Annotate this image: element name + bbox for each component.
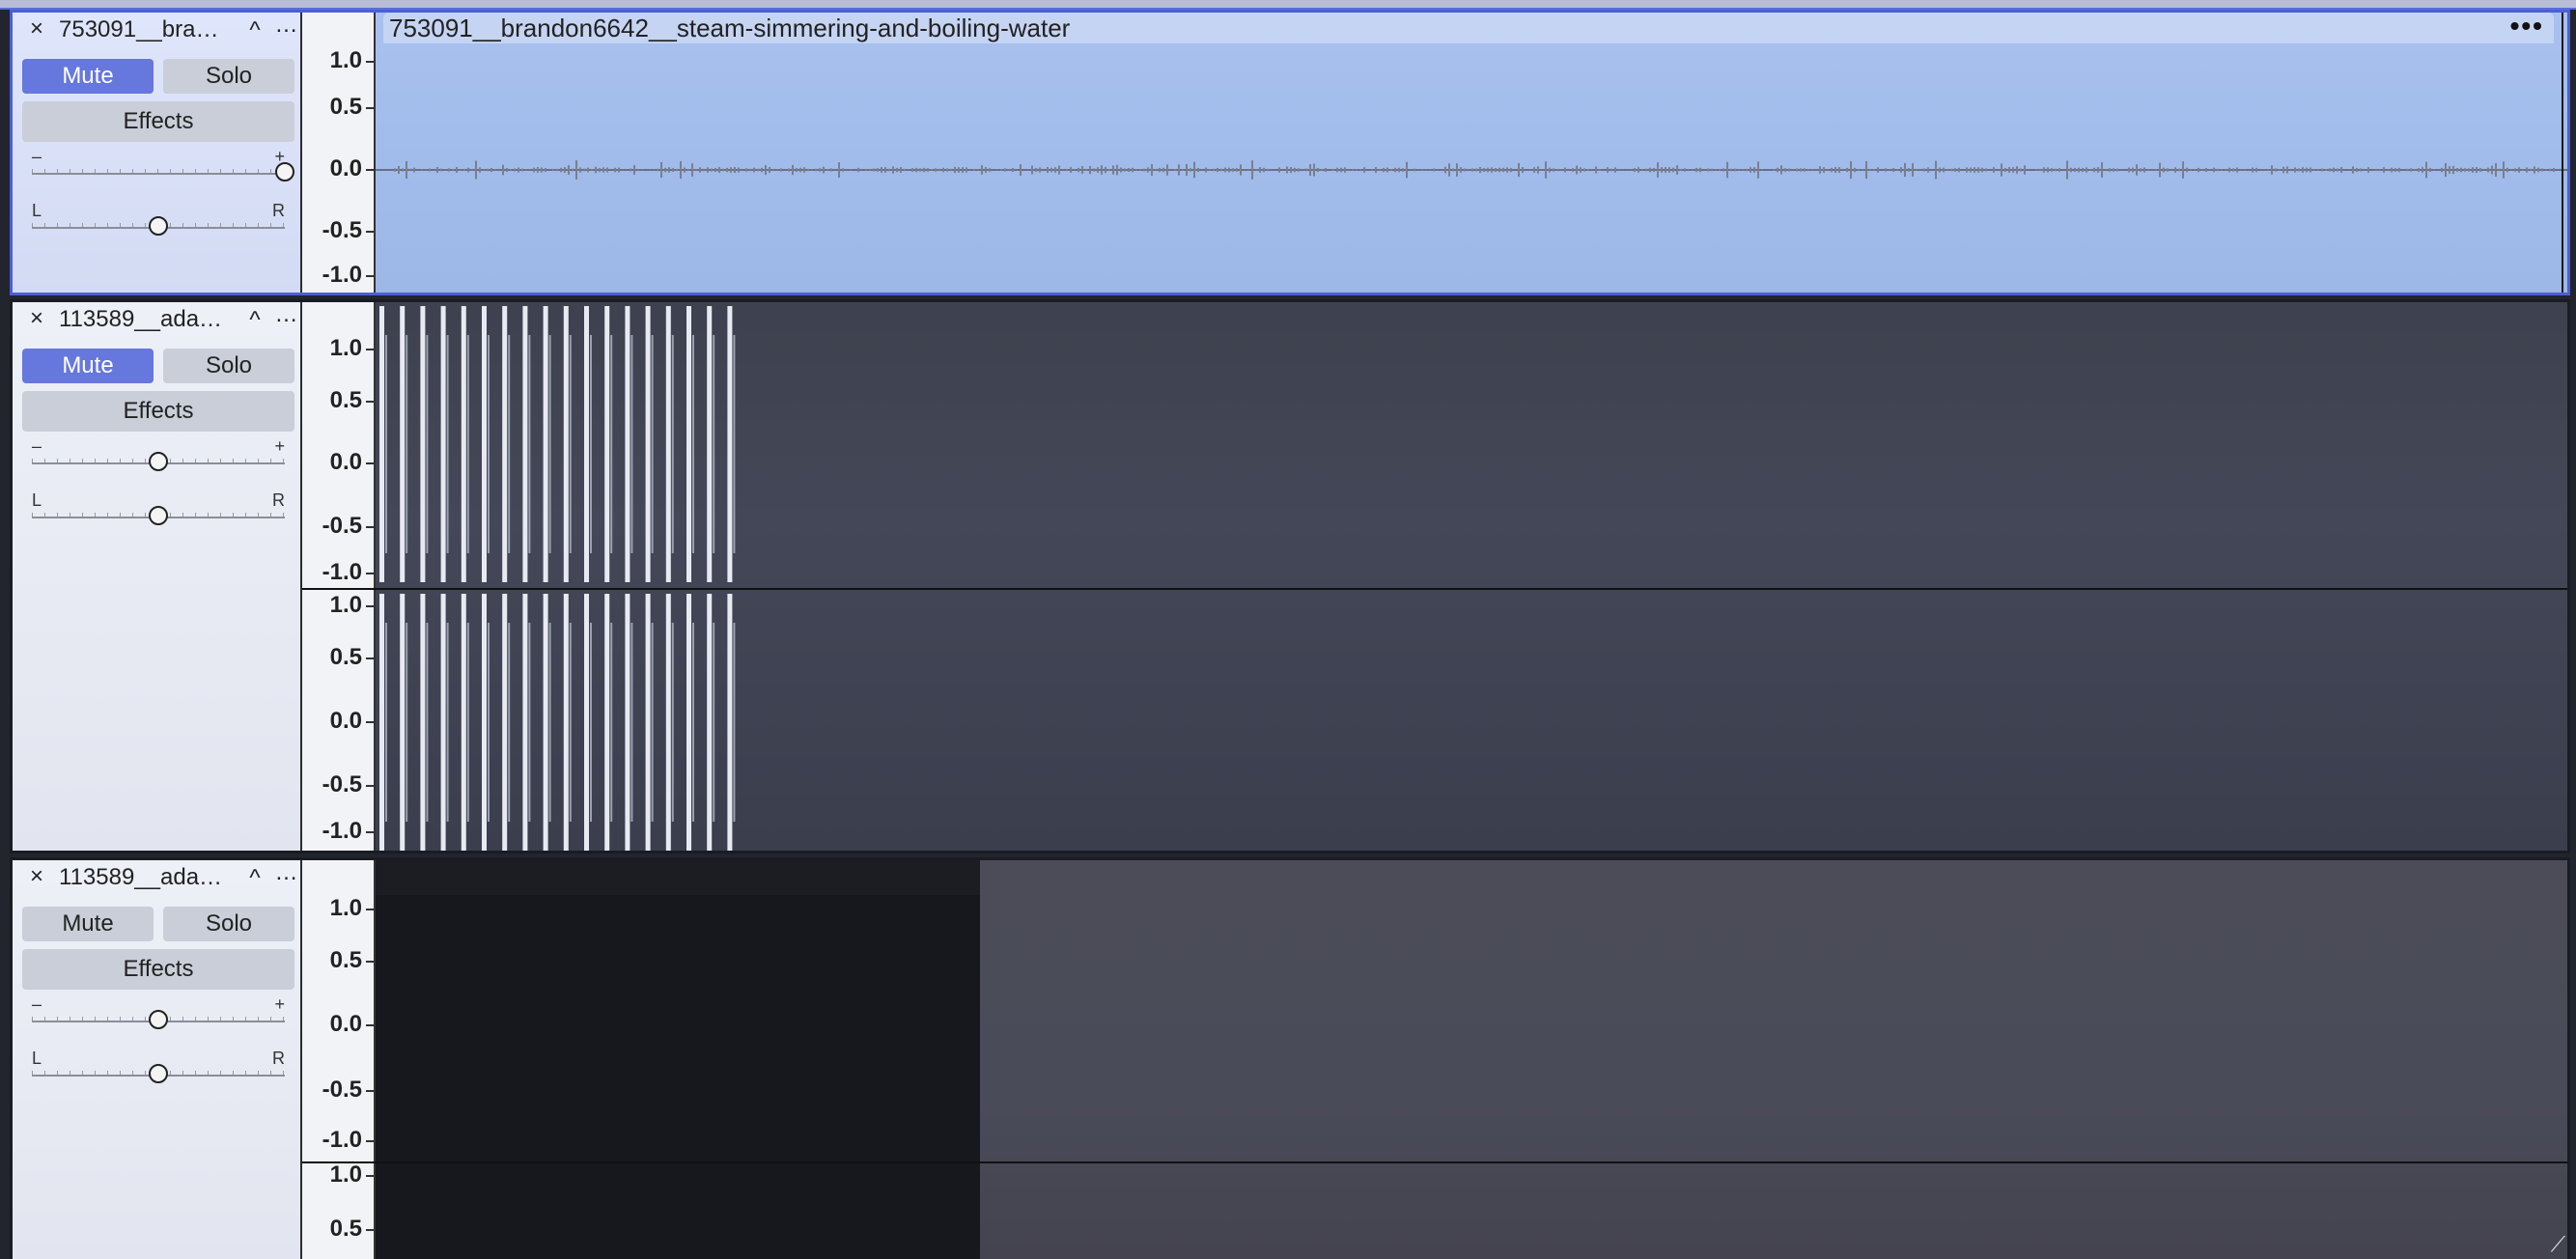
audio-clip[interactable] <box>376 860 980 1259</box>
track-header: × 113589__ada… ^ … <box>13 860 302 893</box>
scale-tick: 1.0 <box>329 1161 375 1188</box>
effects-button[interactable]: Effects <box>22 391 294 432</box>
pan-knob[interactable] <box>149 506 168 525</box>
scale-tick: -0.5 <box>322 771 375 797</box>
pan-right-label: R <box>272 490 285 510</box>
track-control-panel: × 753091__bra… ^ … Mute Solo Effects – +… <box>13 13 302 293</box>
gain-plus-label: + <box>274 994 285 1014</box>
gain-slider[interactable]: – + <box>32 147 294 186</box>
collapse-icon[interactable]: ^ <box>242 16 267 43</box>
clip-title: 753091__brandon6642__steam-simmering-and… <box>389 14 1071 42</box>
gain-knob[interactable] <box>149 1010 168 1029</box>
clip-right-edge <box>2562 13 2563 293</box>
scale-tick: 1.0 <box>329 335 375 361</box>
resize-grip-icon[interactable]: ⟋ <box>2551 1232 2565 1257</box>
track-name[interactable]: 113589__ada… <box>59 865 242 890</box>
waveform <box>394 160 2555 180</box>
scale-tick: 0.0 <box>329 449 375 475</box>
scale-tick: 0.0 <box>329 1011 375 1037</box>
gain-minus-label: – <box>32 436 42 456</box>
solo-button[interactable]: Solo <box>163 59 294 94</box>
pan-left-label: L <box>32 201 42 220</box>
track-menu-icon[interactable]: … <box>273 860 298 885</box>
channel-divider <box>302 1161 2567 1163</box>
scale-tick: 0.5 <box>329 1216 375 1242</box>
scale-tick: -0.5 <box>322 1077 375 1103</box>
timeline-top-strip <box>0 0 2576 10</box>
scale-tick: -1.0 <box>322 559 375 585</box>
track-menu-icon[interactable]: … <box>273 13 298 38</box>
pan-slider[interactable]: L R <box>32 202 285 240</box>
track-header: × 753091__bra… ^ … <box>13 13 302 45</box>
scale-tick: 1.0 <box>329 47 375 73</box>
effects-button[interactable]: Effects <box>22 949 294 990</box>
gain-minus-label: – <box>32 994 42 1014</box>
track-header: × 113589__ada… ^ … <box>13 302 302 335</box>
vertical-ruler: 1.0 0.5 0.0 -0.5 -1.0 <box>302 13 376 293</box>
mute-button[interactable]: Mute <box>22 59 154 94</box>
pan-right-label: R <box>272 1049 285 1068</box>
scale-tick: 0.5 <box>329 94 375 120</box>
scale-tick: 0.0 <box>329 708 375 734</box>
track-control-panel: × 113589__ada… ^ … Mute Solo Effects – +… <box>13 860 302 1259</box>
scale-tick: -1.0 <box>322 262 375 288</box>
track-2[interactable]: × 113589__ada… ^ … Mute Solo Effects – +… <box>10 299 2570 853</box>
solo-button[interactable]: Solo <box>163 907 294 941</box>
gain-track <box>32 173 285 175</box>
pan-left-label: L <box>32 490 42 510</box>
vertical-ruler: 1.0 0.5 0.0 -0.5 -1.0 1.0 0.5 0.0 -0.5 -… <box>302 302 376 851</box>
clip-header[interactable] <box>376 860 980 895</box>
waveform-area[interactable] <box>376 860 2567 1259</box>
pan-left-label: L <box>32 1049 42 1068</box>
track-name[interactable]: 113589__ada… <box>59 307 242 332</box>
effects-button[interactable]: Effects <box>22 101 294 142</box>
gain-minus-label: – <box>32 147 42 166</box>
gain-slider[interactable]: – + <box>32 995 285 1034</box>
mute-button[interactable]: Mute <box>22 907 154 941</box>
close-icon[interactable]: × <box>24 864 49 889</box>
track-1[interactable]: × 753091__bra… ^ … Mute Solo Effects – +… <box>10 10 2570 295</box>
scale-tick: 0.0 <box>329 155 375 182</box>
scale-tick: 0.5 <box>329 644 375 670</box>
close-icon[interactable]: × <box>24 16 49 42</box>
scale-tick: 1.0 <box>329 592 375 618</box>
channel-divider <box>302 588 2567 590</box>
pan-right-label: R <box>272 201 285 220</box>
gain-knob[interactable] <box>149 452 168 471</box>
close-icon[interactable]: × <box>24 306 49 331</box>
pan-knob[interactable] <box>149 216 168 236</box>
clip-header[interactable]: 753091__brandon6642__steam-simmering-and… <box>383 13 2554 43</box>
scale-tick: -1.0 <box>322 1127 375 1153</box>
scale-tick: -1.0 <box>322 818 375 844</box>
track-3[interactable]: × 113589__ada… ^ … Mute Solo Effects – +… <box>10 857 2570 1259</box>
waveform <box>379 306 736 851</box>
waveform-area[interactable]: 753091__brandon6642__steam-simmering-and… <box>376 13 2567 293</box>
collapse-icon[interactable]: ^ <box>242 306 267 333</box>
track-control-panel: × 113589__ada… ^ … Mute Solo Effects – +… <box>13 302 302 851</box>
gain-knob[interactable] <box>275 162 294 182</box>
gain-slider[interactable]: – + <box>32 437 285 476</box>
clip-menu-icon[interactable]: ••• <box>2510 13 2544 42</box>
pan-knob[interactable] <box>149 1064 168 1083</box>
solo-button[interactable]: Solo <box>163 349 294 383</box>
track-menu-icon[interactable]: … <box>273 302 298 327</box>
mute-button[interactable]: Mute <box>22 349 154 383</box>
scale-tick: 1.0 <box>329 895 375 921</box>
scale-tick: -0.5 <box>322 513 375 539</box>
pan-slider[interactable]: L R <box>32 1049 285 1088</box>
scale-tick: 0.5 <box>329 387 375 413</box>
gain-plus-label: + <box>274 436 285 456</box>
scale-tick: -0.5 <box>322 217 375 243</box>
track-name[interactable]: 753091__bra… <box>59 17 242 42</box>
waveform-area[interactable] <box>376 302 2567 851</box>
scale-tick: 0.5 <box>329 947 375 973</box>
vertical-ruler: 1.0 0.5 0.0 -0.5 -1.0 1.0 0.5 <box>302 860 376 1259</box>
pan-slider[interactable]: L R <box>32 491 285 530</box>
collapse-icon[interactable]: ^ <box>242 864 267 891</box>
